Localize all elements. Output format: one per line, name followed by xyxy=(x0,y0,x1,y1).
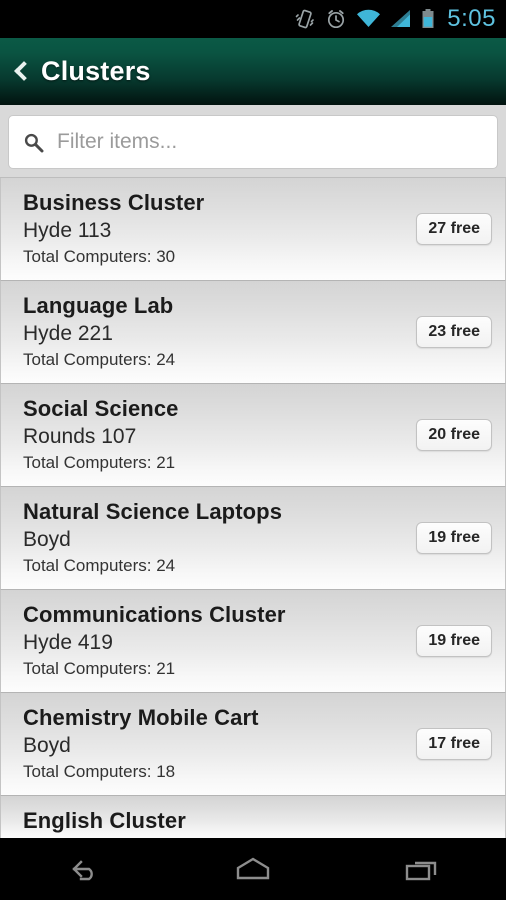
status-badge: 23 free xyxy=(416,316,492,348)
alarm-clock-icon xyxy=(328,10,345,29)
search-input[interactable]: Filter items... xyxy=(8,115,498,169)
phone-screen: 5:05 Clusters Filter items... Business C… xyxy=(0,0,506,900)
back-arrow-icon xyxy=(72,860,94,881)
home-icon xyxy=(236,857,270,880)
wifi-icon xyxy=(357,9,381,27)
list-item[interactable]: Social Science Rounds 107 Total Computer… xyxy=(0,384,506,487)
system-navigation-bar xyxy=(0,838,506,900)
cluster-total: Total Computers: 18 xyxy=(23,762,176,781)
cluster-list: Business Cluster Hyde 113 Total Computer… xyxy=(0,178,506,841)
cluster-total: Total Computers: 30 xyxy=(23,247,176,266)
nav-home-button[interactable] xyxy=(193,838,313,900)
cluster-name: English Cluster xyxy=(23,808,186,833)
recent-apps-icon xyxy=(405,861,436,881)
list-item[interactable]: English Cluster xyxy=(0,796,506,841)
status-badge: 27 free xyxy=(416,213,492,245)
back-chevron-icon[interactable] xyxy=(14,60,28,82)
list-item[interactable]: Natural Science Laptops Boyd Total Compu… xyxy=(0,487,506,590)
cluster-total: Total Computers: 24 xyxy=(23,350,176,369)
action-bar: Clusters xyxy=(0,38,506,105)
status-badge: 17 free xyxy=(416,728,492,760)
page-title: Clusters xyxy=(41,55,151,86)
status-bar: 5:05 xyxy=(0,0,506,38)
nav-recents-button[interactable] xyxy=(362,838,482,900)
list-item[interactable]: Language Lab Hyde 221 Total Computers: 2… xyxy=(0,281,506,384)
status-badge: 19 free xyxy=(416,522,492,554)
status-badge: 20 free xyxy=(416,419,492,451)
cluster-total: Total Computers: 24 xyxy=(23,556,176,575)
search-icon xyxy=(24,133,44,152)
list-item[interactable]: Communications Cluster Hyde 419 Total Co… xyxy=(0,590,506,693)
nav-back-button[interactable] xyxy=(24,838,144,900)
filter-bar: Filter items... xyxy=(0,105,506,178)
status-bar-clock: 5:05 xyxy=(447,5,496,32)
status-badge: 19 free xyxy=(416,625,492,657)
cellular-signal-icon xyxy=(391,10,411,27)
vibrate-icon xyxy=(295,9,315,29)
cluster-total: Total Computers: 21 xyxy=(23,453,176,472)
list-item[interactable]: Chemistry Mobile Cart Boyd Total Compute… xyxy=(0,693,506,796)
battery-icon xyxy=(422,9,434,28)
list-item[interactable]: Business Cluster Hyde 113 Total Computer… xyxy=(0,178,506,281)
search-placeholder: Filter items... xyxy=(57,130,178,153)
cluster-total: Total Computers: 21 xyxy=(23,659,176,678)
